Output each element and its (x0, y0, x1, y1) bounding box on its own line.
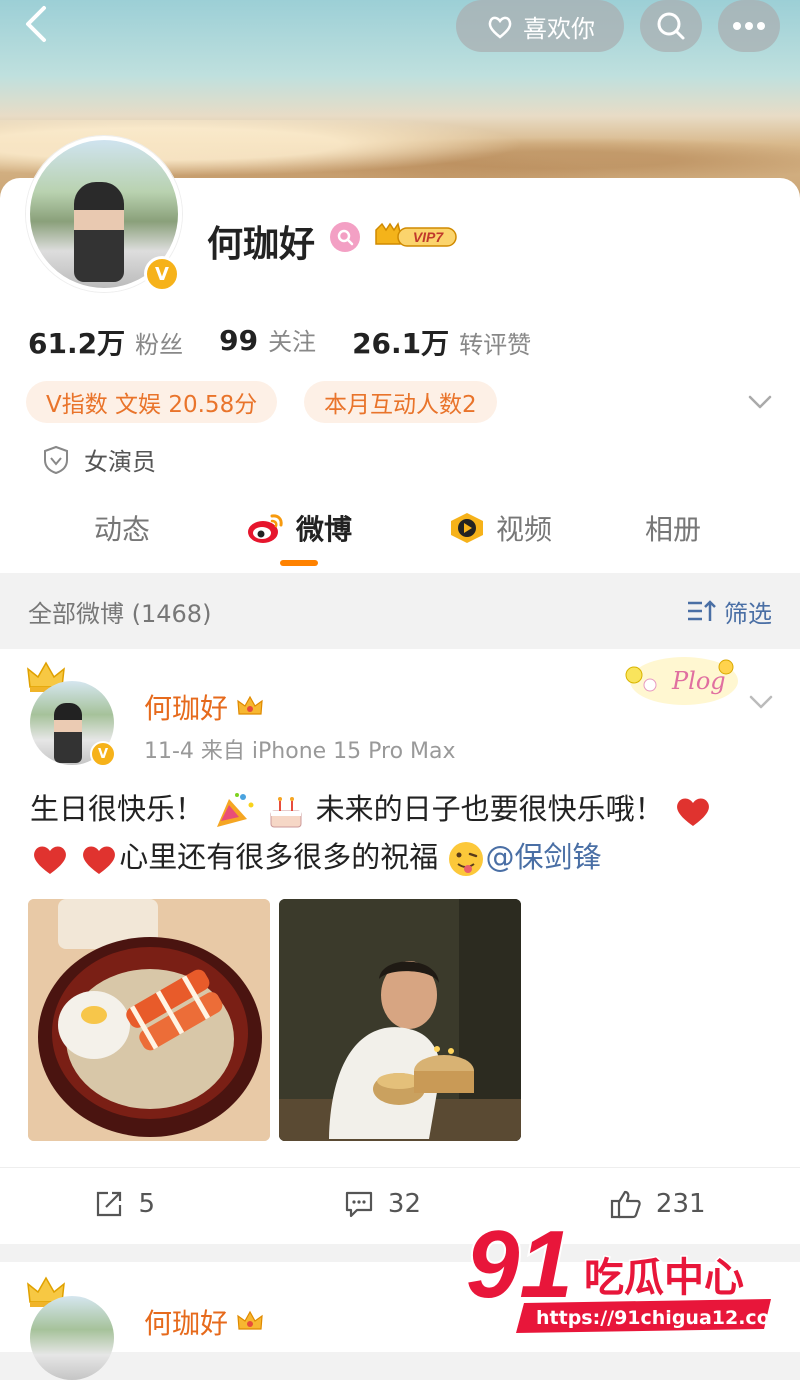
comment-count: 32 (387, 1188, 421, 1219)
post-text: 生日很快乐！ 未来的日子也要很快乐哦！ 心里还有很多很多的祝福 @保剑锋 (30, 785, 770, 881)
chevron-down-icon[interactable] (746, 392, 774, 412)
stat-followers[interactable]: 61.2万 粉丝 (28, 322, 183, 362)
tab-weibo[interactable]: 微博 (246, 508, 352, 548)
search-button[interactable] (640, 0, 702, 52)
stat-value: 99 (219, 324, 259, 357)
post-text-part3: 心里还有很多很多的祝福 (119, 840, 439, 874)
stat-label: 转评赞 (459, 331, 532, 359)
post-image-noodles[interactable] (28, 899, 270, 1141)
post-author-name[interactable]: 何珈好 (144, 1302, 264, 1342)
like-button[interactable]: 231 (610, 1189, 706, 1219)
tab-label: 视频 (496, 513, 553, 546)
avatar-person (74, 182, 124, 282)
filter-icon (688, 600, 716, 621)
post-author-name[interactable]: 何珈好 (144, 687, 264, 727)
video-logo-icon (451, 513, 483, 543)
mention-link[interactable]: @保剑锋 (485, 840, 601, 874)
tab-label: 相册 (645, 513, 702, 546)
profile-stats: 61.2万 粉丝 99 关注 26.1万 转评赞 (28, 322, 567, 362)
share-icon (97, 1191, 122, 1216)
repost-button[interactable]: 5 (94, 1189, 155, 1219)
v-index-pill[interactable]: V指数 文娱 20.58分 (26, 381, 278, 423)
profile-name: 何珈好 (207, 224, 316, 265)
stat-interactions[interactable]: 26.1万 转评赞 (352, 322, 531, 362)
comment-button[interactable]: 32 (344, 1189, 421, 1219)
post-verified-badge: V (90, 741, 116, 767)
filter-label: 筛选 (724, 599, 772, 628)
tab-active-indicator (280, 560, 318, 566)
search-icon (657, 12, 685, 40)
more-dots-icon (733, 22, 765, 30)
birthday-man-image (279, 899, 521, 1141)
tab-video[interactable]: 视频 (448, 508, 552, 548)
post-author-avatar[interactable] (30, 1296, 114, 1380)
post-image-birthday[interactable] (279, 899, 521, 1141)
stat-value: 26.1万 (352, 327, 450, 360)
weibo-logo-icon (248, 514, 283, 543)
like-you-label: 喜欢你 (523, 14, 595, 43)
svg-text:Plog: Plog (671, 667, 726, 695)
monthly-interaction-pill[interactable]: 本月互动人数2 (304, 381, 497, 423)
watermark-title: 吃瓜中心 (584, 1255, 744, 1301)
plog-sticker-icon: Plog (625, 657, 738, 705)
noodle-bowl-image (28, 899, 270, 1141)
heart-hand-icon (488, 16, 512, 39)
like-you-button[interactable]: 喜欢你 (456, 0, 624, 52)
stat-value: 61.2万 (28, 327, 126, 360)
watermark-url: https://91chigua12.com (536, 1307, 776, 1329)
heart-icon (83, 846, 116, 874)
post-meta: 11-4 来自 iPhone 15 Pro Max (144, 739, 456, 764)
shield-icon (44, 445, 68, 474)
tab-dynamic[interactable]: 动态 (94, 508, 150, 548)
tab-label: 动态 (94, 513, 151, 546)
vip-crown-icon[interactable]: VIP7 (372, 220, 460, 252)
stat-label: 粉丝 (135, 331, 184, 359)
tab-album[interactable]: 相册 (645, 508, 701, 548)
post-author-label: 何珈好 (144, 692, 229, 725)
post-options-chevron-icon[interactable] (748, 693, 774, 711)
vip-crown-small-icon (237, 695, 263, 715)
vip-crown-small-icon (237, 1310, 263, 1330)
heart-icon (676, 798, 709, 826)
post-author-label: 何珈好 (144, 1307, 229, 1340)
thumbs-up-icon (610, 1190, 641, 1218)
heart-icon (34, 846, 66, 874)
tab-label: 微博 (296, 513, 353, 546)
vip-label: VIP7 (413, 229, 445, 245)
party-popper-icon (217, 793, 254, 827)
filter-bar: 全部微博 (1468) 筛选 (0, 573, 800, 649)
tongue-emoji-icon (449, 842, 484, 876)
profession-tag: 女演员 (42, 442, 156, 477)
comment-icon (345, 1191, 373, 1217)
watermark-logo: 91 吃瓜中心 https://91chigua12.com (466, 1215, 776, 1333)
all-posts-count: 全部微博 (1468) (28, 599, 212, 628)
stat-following[interactable]: 99 关注 (219, 322, 316, 362)
verified-badge: V (144, 256, 180, 292)
repost-count: 5 (138, 1188, 155, 1219)
filter-button[interactable]: 筛选 (686, 594, 772, 629)
post-text-part1: 生日很快乐！ (30, 792, 205, 826)
search-pink-icon[interactable] (330, 222, 360, 252)
post-text-part2: 未来的日子也要很快乐哦！ (315, 792, 664, 826)
weibo-post: V 何珈好 11-4 来自 iPhone 15 Pro Max Plog 生日很… (0, 649, 800, 1244)
avatar-person (54, 703, 82, 763)
stat-label: 关注 (268, 328, 317, 356)
cake-icon (270, 797, 302, 828)
more-button[interactable] (718, 0, 780, 52)
like-count: 231 (655, 1188, 706, 1219)
profile-tabs: 动态 微博 视频 相册 (0, 496, 800, 572)
profession-label: 女演员 (84, 448, 156, 476)
back-icon[interactable] (18, 4, 58, 44)
